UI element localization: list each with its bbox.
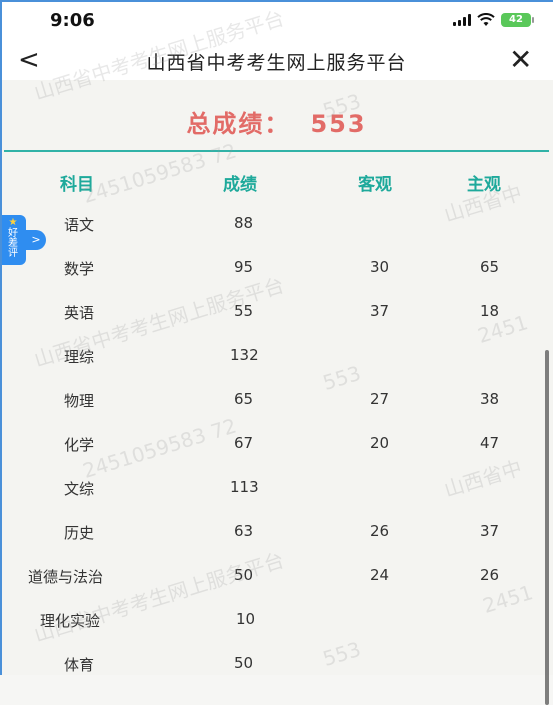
table-row-score: 132 — [230, 346, 259, 364]
status-time: 9:06 — [50, 10, 95, 31]
nav-bar: < 山西省中考考生网上服务平台 ✕ — [0, 42, 553, 80]
table-row-objective: 26 — [370, 522, 390, 540]
star-icon: ★ — [8, 217, 18, 228]
header-objective: 客观 — [358, 175, 392, 195]
table-row-score: 65 — [234, 390, 254, 408]
table-row-subjective: 26 — [480, 566, 500, 584]
battery-icon: 42 — [501, 13, 534, 27]
table-row-score: 95 — [234, 258, 254, 276]
wifi-icon — [477, 13, 495, 26]
table-row-objective: 27 — [370, 390, 390, 408]
total-score: 总成绩： 553 — [0, 104, 553, 139]
close-button[interactable]: ✕ — [509, 44, 537, 76]
header-subjective: 主观 — [467, 175, 501, 195]
chevron-right-icon[interactable]: > — [26, 230, 46, 250]
table-row-subjective: 47 — [480, 434, 500, 452]
table-row-subjective: 37 — [480, 522, 500, 540]
total-score-label: 总成绩： — [186, 110, 291, 138]
table-row-subject: 化学 — [64, 436, 95, 454]
table-row-subject: 理化实验 — [40, 612, 101, 630]
table-row-score: 113 — [230, 478, 259, 496]
status-icons: 42 — [453, 13, 534, 27]
page-title: 山西省中考考生网上服务平台 — [146, 52, 407, 74]
table-row-score: 88 — [234, 214, 254, 232]
table-row-subject: 文综 — [64, 480, 95, 498]
table-row-score: 63 — [234, 522, 254, 540]
table-row-score: 10 — [236, 610, 256, 628]
table-row-subject: 数学 — [64, 260, 95, 278]
table-row-subject: 理综 — [64, 348, 95, 366]
divider — [4, 150, 549, 152]
table-row-objective: 37 — [370, 302, 390, 320]
table-row-score: 55 — [234, 302, 254, 320]
table-row-subject: 英语 — [64, 304, 95, 322]
table-row-subjective: 38 — [480, 390, 500, 408]
table-row-subject: 道德与法治 — [28, 568, 104, 586]
table-row-subjective: 18 — [480, 302, 500, 320]
cellular-signal-icon — [453, 14, 471, 26]
table-row-subject: 物理 — [64, 392, 95, 410]
table-row-score: 50 — [234, 654, 254, 672]
header-score: 成绩 — [223, 175, 257, 195]
table-row-subject: 历史 — [64, 524, 95, 542]
table-row-score: 67 — [234, 434, 254, 452]
table-row-subjective: 65 — [480, 258, 500, 276]
total-score-value: 553 — [310, 110, 367, 138]
table-row-subject: 体育 — [64, 656, 95, 674]
table-row-score: 50 — [234, 566, 254, 584]
scrollbar[interactable] — [545, 350, 549, 705]
header-subject: 科目 — [60, 175, 94, 195]
status-bar: 9:06 42 — [0, 0, 553, 42]
rating-badge[interactable]: ★ 好 差 评 — [0, 215, 26, 265]
score-content: 总成绩： 553 科目 成绩 客观 主观 语文 88 数学 95 30 65 英语… — [0, 80, 553, 705]
table-row-objective: 20 — [370, 434, 390, 452]
table-row-subject: 语文 — [64, 216, 95, 234]
table-row-objective: 24 — [370, 566, 390, 584]
table-row-objective: 30 — [370, 258, 390, 276]
